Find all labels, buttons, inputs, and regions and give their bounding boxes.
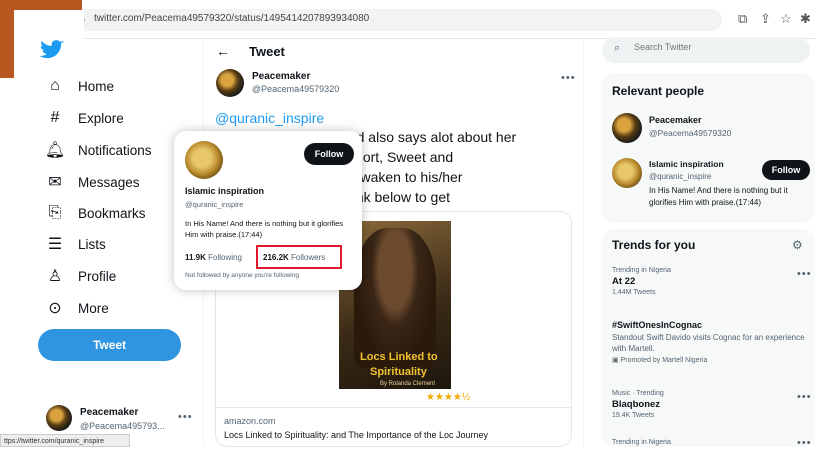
nav-label: Notifications	[78, 142, 152, 158]
promoted-label: ▣ Promoted by Martell Nigeria	[612, 356, 812, 364]
more-circle-icon: ⊙	[48, 300, 62, 317]
book-author: By Rolanda Clement	[380, 381, 436, 387]
link-title[interactable]: Locs Linked to Spirituality: and The Imp…	[224, 430, 488, 440]
trend-count: 1.44M Tweets	[612, 289, 656, 296]
screenshot-icon[interactable]: ⧉	[738, 11, 747, 27]
search-input[interactable]	[634, 42, 794, 52]
person-avatar[interactable]	[612, 113, 642, 143]
nav-item-messages[interactable]: ✉ Messages	[46, 169, 140, 195]
person-name[interactable]: Peacemaker	[649, 115, 702, 125]
account-more-icon[interactable]: •••	[178, 411, 193, 423]
nav-item-bookmarks[interactable]: ⎘ Bookmarks	[46, 200, 146, 226]
tweet-button[interactable]: Tweet	[38, 329, 181, 361]
following-count: 11.9K	[185, 253, 206, 262]
twitter-logo-icon[interactable]	[40, 40, 64, 60]
back-arrow-button[interactable]: ←	[216, 43, 230, 59]
settings-gear-icon[interactable]: ⚙	[792, 238, 803, 252]
list-icon: ☰	[47, 236, 63, 253]
nav-item-notifications[interactable]: 🔔︎ Notifications	[44, 137, 152, 163]
person-avatar[interactable]	[612, 158, 642, 188]
trend-name: #SwiftOnesInCognac	[612, 320, 703, 330]
nav-label: Explore	[78, 110, 124, 126]
following-label: Following	[208, 253, 242, 262]
hover-card-avatar[interactable]	[185, 141, 223, 179]
trend-context: Music · Trending	[612, 390, 664, 397]
book-title-line1: Locs Linked to	[360, 351, 438, 363]
star-icon[interactable]: ☆	[780, 11, 792, 27]
person-icon: ♙	[47, 268, 63, 285]
tweet-more-icon[interactable]: •••	[561, 72, 576, 84]
bookmark-icon: ⎘	[48, 204, 62, 221]
nav-item-home[interactable]: ⌂ Home	[46, 73, 114, 99]
trend-item[interactable]: Trending in Nigeria At 22 1.44M Tweets	[612, 267, 812, 296]
followers-highlight-box	[256, 245, 342, 269]
trends-title: Trends for you	[612, 238, 696, 252]
sidebar-follow-button[interactable]: Follow	[762, 160, 810, 180]
search-icon: ⌕	[614, 42, 621, 54]
nav-item-lists[interactable]: ☰ Lists	[46, 231, 106, 257]
trend-name: Blaqbonez	[612, 399, 661, 410]
account-avatar[interactable]	[46, 405, 72, 431]
hashtag-icon: #	[50, 109, 60, 126]
nav-label: Profile	[78, 268, 117, 284]
book-cover-portrait	[354, 228, 436, 368]
link-domain: amazon.com	[224, 416, 276, 426]
person-name[interactable]: Islamic inspiration	[649, 159, 724, 169]
nav-label: Lists	[78, 236, 106, 252]
trend-context: Trending in Nigeria	[612, 267, 671, 274]
url-text: twitter.com/Peacema49579320/status/14954…	[94, 13, 370, 24]
following-stat[interactable]: 11.9K Following	[185, 253, 242, 262]
person-handle[interactable]: @quranic_inspire	[649, 172, 711, 181]
home-icon: ⌂	[50, 77, 60, 94]
trend-more-icon[interactable]: •••	[797, 268, 812, 280]
trend-desc: Standout Swift Davido visits Cognac for …	[612, 333, 805, 353]
hover-follow-button[interactable]: Follow	[304, 143, 354, 165]
author-avatar[interactable]	[216, 69, 244, 97]
book-title-line2: Spirituality	[370, 366, 427, 378]
trend-item[interactable]: Music · Trending Blaqbonez 19.4K Tweets	[612, 390, 812, 419]
share-icon[interactable]: ⇪	[760, 11, 771, 27]
hover-card-name[interactable]: Islamic inspiration	[185, 186, 264, 196]
mention-link[interactable]: @quranic_inspire	[215, 110, 324, 126]
hover-card-bio: In His Name! And there is nothing but it…	[185, 219, 343, 239]
promoted-text: Promoted by Martell Nigeria	[620, 357, 708, 364]
envelope-icon: ✉	[48, 174, 62, 191]
author-handle[interactable]: @Peacema49579320	[252, 84, 339, 94]
nav-label: More	[78, 300, 109, 316]
page-title: Tweet	[249, 44, 285, 59]
nav-label: Home	[78, 78, 115, 94]
author-name[interactable]: Peacemaker	[252, 71, 310, 82]
column-divider-right	[583, 38, 584, 447]
card-divider	[215, 407, 572, 408]
nav-label: Messages	[78, 174, 140, 190]
hover-card-handle[interactable]: @quranic_inspire	[185, 200, 243, 209]
nav-label: Bookmarks	[78, 205, 146, 221]
person-handle[interactable]: @Peacema49579320	[649, 128, 731, 138]
extensions-icon[interactable]: ✱	[800, 11, 811, 27]
trend-count: 19.4K Tweets	[612, 412, 655, 419]
trend-item-promoted[interactable]: #SwiftOnesInCognac Standout Swift Davido…	[612, 320, 812, 364]
nav-item-explore[interactable]: # Explore	[46, 105, 124, 131]
trend-more-icon[interactable]: •••	[797, 437, 812, 449]
nav-item-profile[interactable]: ♙ Profile	[46, 263, 116, 289]
nav-item-more[interactable]: ⊙ More	[46, 295, 109, 321]
rating-stars: ★★★★½	[426, 392, 471, 403]
account-handle: @Peacema495793...	[80, 421, 165, 431]
relevant-people-title: Relevant people	[612, 84, 705, 98]
promoted-icon: ▣	[612, 357, 619, 364]
trend-name: At 22	[612, 276, 636, 287]
trend-more-icon[interactable]: •••	[797, 391, 812, 403]
person-bio: In His Name! And there is nothing but it…	[649, 186, 788, 207]
trend-context: Trending in Nigeria	[612, 439, 671, 446]
trend-item[interactable]: Trending in Nigeria	[612, 439, 812, 446]
bell-icon: 🔔︎	[44, 142, 66, 159]
account-name: Peacemaker	[80, 407, 139, 418]
hover-card-footer: Not followed by anyone you're following	[185, 272, 299, 279]
status-url-bar: ttps://twitter.com/quranic_inspire	[0, 434, 130, 447]
